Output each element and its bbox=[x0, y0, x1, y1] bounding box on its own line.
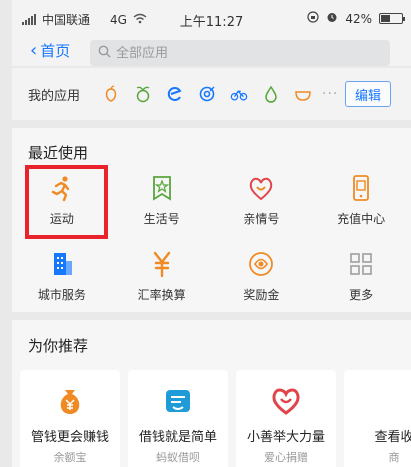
phone-icon bbox=[347, 174, 375, 202]
app-label: 奖励金 bbox=[243, 288, 280, 302]
app-recharge-center[interactable]: 充值中心 bbox=[311, 166, 411, 230]
target-icon[interactable] bbox=[198, 85, 216, 103]
recommend-cards: 管钱更会赚钱 余额宝 借钱就是简单 蚂蚁借呗 小善举大力量 爱心捐赠 查看收 商 bbox=[20, 370, 411, 467]
battery-percent: 42% bbox=[345, 11, 372, 26]
app-reward[interactable]: 奖励金 bbox=[212, 242, 312, 306]
recommend-card-yuebao[interactable]: 管钱更会赚钱 余额宝 bbox=[20, 370, 120, 467]
status-bar: 中国联通 4G 上午11:27 42% bbox=[12, 0, 411, 40]
recent-section: 最近使用 运动 生活号 亲情号 充值中心 城市服务 汇率换算 奖励金 更多 bbox=[12, 128, 411, 312]
wallet-icon bbox=[161, 384, 195, 418]
app-more[interactable]: 更多 bbox=[311, 242, 411, 306]
app-sport[interactable]: 运动 bbox=[12, 166, 112, 230]
card-title: 管钱更会赚钱 bbox=[30, 430, 109, 445]
app-label: 生活号 bbox=[143, 212, 180, 226]
card-subtitle: 余额宝 bbox=[53, 451, 87, 464]
recommend-section: 为你推荐 管钱更会赚钱 余额宝 借钱就是简单 蚂蚁借呗 小善举大力量 爱心捐赠 … bbox=[12, 320, 411, 467]
my-apps-icons bbox=[102, 85, 312, 103]
card-subtitle: 蚂蚁借呗 bbox=[156, 451, 200, 464]
yen-icon bbox=[148, 250, 176, 278]
drop-icon[interactable] bbox=[262, 85, 280, 103]
bicycle-icon[interactable] bbox=[230, 85, 248, 103]
search-input[interactable] bbox=[116, 45, 316, 61]
recommend-title: 为你推荐 bbox=[28, 337, 89, 355]
app-label: 运动 bbox=[49, 212, 74, 226]
search-box[interactable] bbox=[90, 40, 390, 66]
donation-heart-icon bbox=[269, 384, 303, 418]
card-subtitle: 爱心捐赠 bbox=[264, 451, 308, 464]
app-label: 汇率换算 bbox=[137, 288, 186, 302]
app-label: 充值中心 bbox=[337, 212, 386, 226]
back-label: 首页 bbox=[40, 42, 71, 60]
card-title: 小善举大力量 bbox=[246, 430, 325, 445]
app-life-account[interactable]: 生活号 bbox=[112, 166, 212, 230]
recent-title: 最近使用 bbox=[28, 144, 89, 162]
sprout-icon[interactable] bbox=[134, 85, 152, 103]
rotation-lock-icon bbox=[307, 11, 319, 26]
heart-icon bbox=[247, 174, 275, 202]
star-flag-icon bbox=[148, 174, 176, 202]
search-icon bbox=[98, 45, 111, 62]
status-right: 42% bbox=[307, 11, 405, 26]
app-label: 更多 bbox=[349, 288, 374, 302]
peach-icon[interactable] bbox=[102, 85, 120, 103]
my-apps-bar: 我的应用 ··· 编辑 bbox=[12, 68, 411, 120]
bowl-icon[interactable] bbox=[294, 85, 312, 103]
alarm-icon bbox=[326, 11, 338, 26]
nav-bar: ‹ 首页 bbox=[12, 40, 411, 66]
my-apps-label: 我的应用 bbox=[28, 88, 81, 104]
app-label: 亲情号 bbox=[243, 212, 280, 226]
recommend-card-donation[interactable]: 小善举大力量 爱心捐赠 bbox=[236, 370, 336, 467]
building-icon bbox=[48, 250, 76, 278]
back-button[interactable]: ‹ 首页 bbox=[30, 40, 70, 61]
reward-icon bbox=[247, 250, 275, 278]
card-subtitle: 商 bbox=[388, 451, 400, 464]
app-label: 城市服务 bbox=[37, 288, 86, 302]
app-exchange-rate[interactable]: 汇率换算 bbox=[112, 242, 212, 306]
running-icon bbox=[48, 174, 76, 202]
e-logo-icon[interactable] bbox=[166, 85, 184, 103]
recommend-card-jiebei[interactable]: 借钱就是简单 蚂蚁借呗 bbox=[128, 370, 228, 467]
battery-icon bbox=[379, 13, 405, 24]
money-bag-icon bbox=[53, 384, 87, 418]
card-title: 查看收 bbox=[374, 430, 411, 445]
recommend-card-partial[interactable]: 查看收 商 bbox=[344, 370, 411, 467]
more-apps-indicator: ··· bbox=[322, 86, 339, 102]
chevron-left-icon: ‹ bbox=[30, 40, 38, 61]
edit-button[interactable]: 编辑 bbox=[345, 81, 391, 107]
card-title: 借钱就是简单 bbox=[138, 430, 217, 445]
grid-icon bbox=[347, 250, 375, 278]
partial-card-icon bbox=[377, 384, 411, 418]
app-city-service[interactable]: 城市服务 bbox=[12, 242, 112, 306]
recent-grid: 运动 生活号 亲情号 充值中心 城市服务 汇率换算 奖励金 更多 bbox=[12, 166, 411, 306]
app-family-account[interactable]: 亲情号 bbox=[212, 166, 312, 230]
